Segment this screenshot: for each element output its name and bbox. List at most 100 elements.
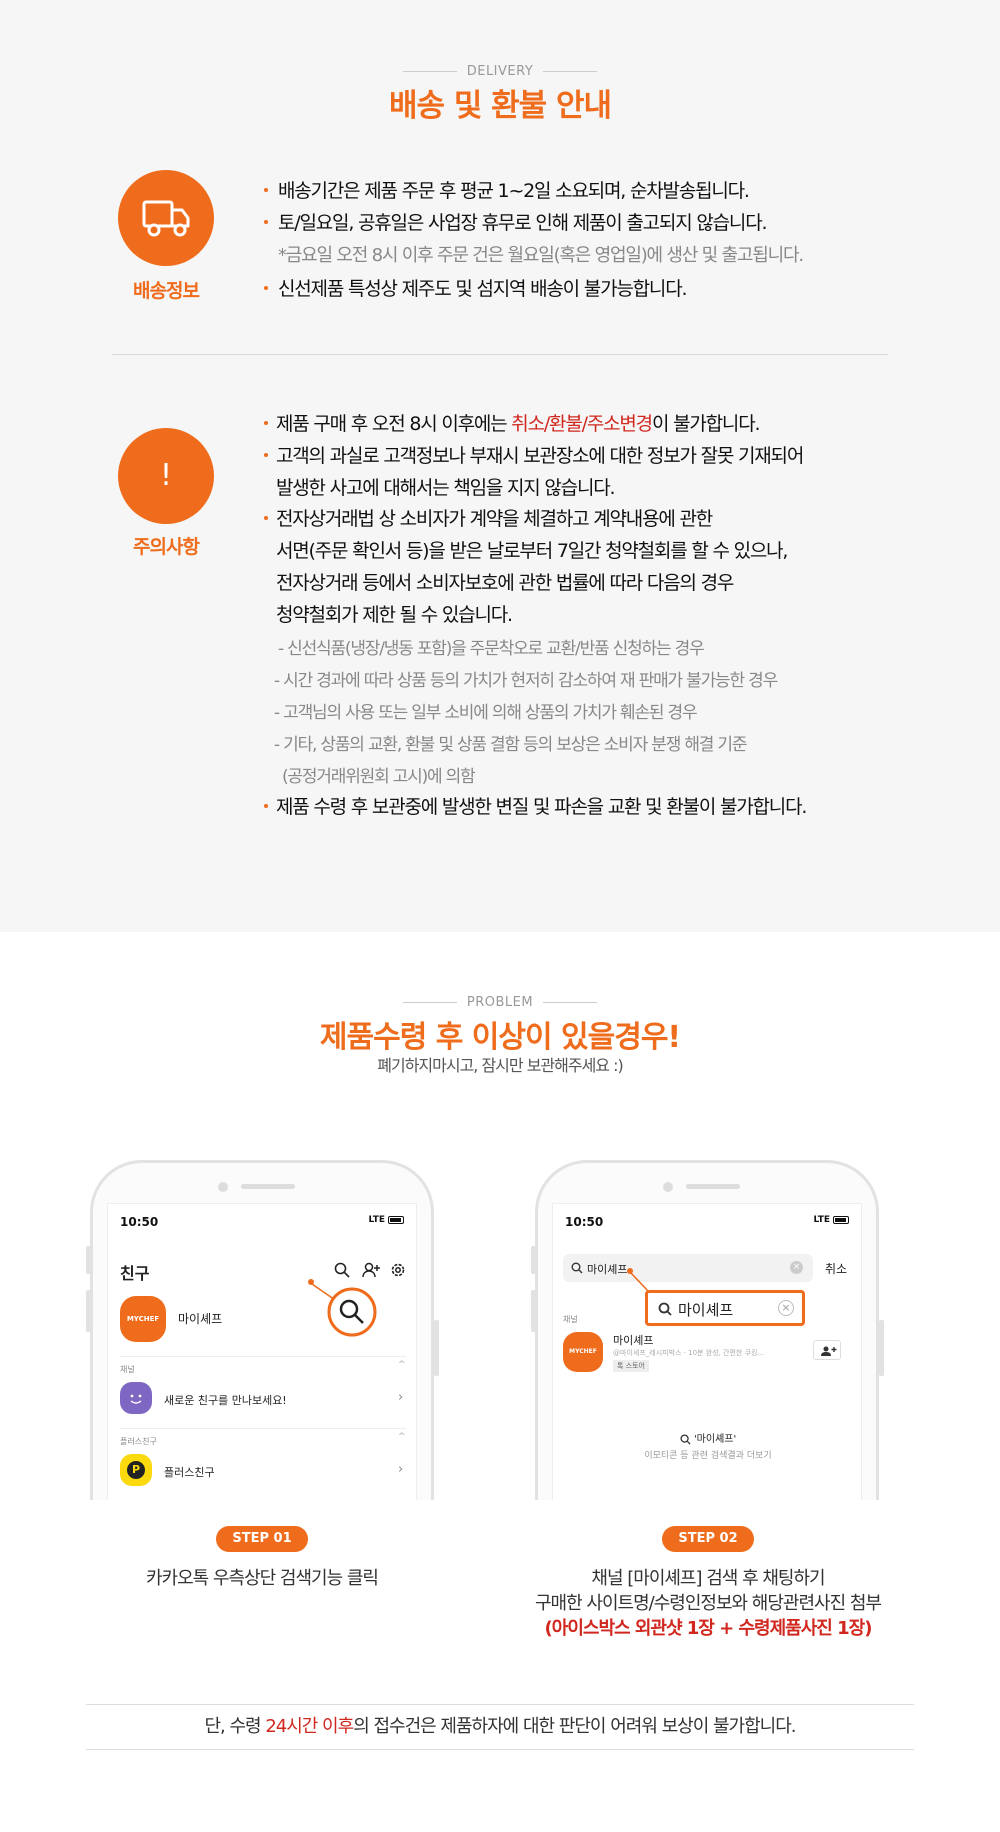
status-carrier: LTE bbox=[813, 1215, 830, 1225]
friends-header: 친구 bbox=[120, 1264, 150, 1283]
step-01-badge: STEP 01 bbox=[216, 1526, 308, 1552]
notice-text: 단, 수령 bbox=[204, 1716, 266, 1737]
bullet-dot bbox=[264, 188, 268, 192]
status-time: 10:50 bbox=[565, 1215, 604, 1229]
search-zoom-text: 마이셰프 bbox=[678, 1301, 734, 1319]
channel-item[interactable]: 새로운 친구를 만나보세요! bbox=[164, 1392, 287, 1408]
collapse-icon[interactable]: ^ bbox=[398, 1360, 406, 1370]
add-friend-icon bbox=[821, 1346, 837, 1356]
store-tag: 톡 스토어 bbox=[613, 1360, 649, 1372]
caution-text: 이 불가합니다. bbox=[651, 413, 761, 435]
bullet-dot bbox=[264, 516, 268, 520]
more-results-keyword: '마이셰프' bbox=[693, 1434, 737, 1445]
plus-badge: P bbox=[127, 1461, 145, 1479]
caution-line: 전자상거래법 상 소비자가 계약을 체결하고 계약내용에 관한 bbox=[276, 508, 713, 530]
caution-line: 고객의 과실로 고객정보나 부재시 보관장소에 대한 정보가 잘못 기재되어 bbox=[276, 445, 804, 467]
status-time: 10:50 bbox=[120, 1215, 159, 1229]
problem-subtitle: 폐기하지마시고, 잠시만 보관해주세요 :) bbox=[377, 1056, 624, 1075]
section-channel-label: 채널 bbox=[563, 1315, 578, 1324]
more-results-title[interactable]: '마이셰프' bbox=[553, 1430, 861, 1445]
search-input-value: 마이셰프 bbox=[587, 1263, 628, 1276]
caution-line: 제품 수령 후 보관중에 발생한 변질 및 파손을 교환 및 환불이 불가합니다… bbox=[276, 796, 807, 818]
step-02-line: 구매한 사이트명/수령인정보와 해당관련사진 첨부 bbox=[535, 1593, 882, 1614]
shipping-line: 배송기간은 제품 주문 후 평균 1~2일 소요되며, 순차발송됩니다. bbox=[278, 180, 750, 202]
shipping-info-label: 배송정보 bbox=[133, 280, 200, 302]
delivery-title: 배송 및 환불 안내 bbox=[388, 88, 612, 124]
phone-side-button bbox=[434, 1320, 439, 1376]
list-divider bbox=[120, 1356, 406, 1357]
plus-item[interactable]: 플러스친구 bbox=[164, 1464, 215, 1480]
cancel-button[interactable]: 취소 bbox=[825, 1260, 847, 1277]
battery-icon bbox=[388, 1215, 404, 1224]
clear-icon: × bbox=[778, 1300, 794, 1316]
section-channel-label: 채널 bbox=[120, 1365, 135, 1374]
plus-friend-icon: P bbox=[120, 1454, 152, 1486]
step-02-badge: STEP 02 bbox=[662, 1526, 754, 1552]
notice-highlight: 24시간 이후 bbox=[265, 1716, 354, 1737]
search-icon bbox=[571, 1262, 583, 1274]
status-signal: LTE bbox=[813, 1215, 849, 1225]
caution-highlight: 취소/환불/주소변경 bbox=[511, 413, 653, 435]
delivery-eyebrow: DELIVERY bbox=[0, 64, 1000, 79]
add-friend-button[interactable] bbox=[813, 1340, 841, 1360]
section-plus-label: 플러스친구 bbox=[120, 1437, 157, 1446]
caution-subline: - 신선식품(냉장/냉동 포함)을 주문착오로 교환/반품 신청하는 경우 bbox=[278, 639, 705, 659]
result-description: @마이셰프_레시피박스 · 10분 완성, 간편한 쿠킹... bbox=[613, 1349, 765, 1357]
caution-line: 제품 구매 후 오전 8시 이후에는 취소/환불/주소변경이 불가합니다. bbox=[276, 409, 761, 436]
notice-text: 의 접수건은 제품하자에 대한 판단이 어려워 보상이 불가합니다. bbox=[353, 1716, 796, 1737]
step-02-highlight: (아이스박스 외관샷 1장 + 수령제품사진 1장) bbox=[544, 1618, 873, 1639]
caution-label: 주의사항 bbox=[133, 536, 200, 558]
problem-eyebrow: PROBLEM bbox=[0, 995, 1000, 1010]
mychef-avatar: MYCHEF bbox=[120, 1296, 166, 1342]
caution-subline: - 시간 경과에 따라 상품 등의 가치가 현저히 감소하여 재 판매가 불가능… bbox=[274, 671, 778, 691]
status-signal: LTE bbox=[368, 1215, 404, 1225]
battery-icon bbox=[833, 1215, 849, 1224]
caution-line: 서면(주문 확인서 등)을 받은 날로부터 7일간 청약철회를 할 수 있으나, bbox=[276, 540, 788, 562]
list-divider bbox=[120, 1428, 406, 1429]
problem-title: 제품수령 후 이상이 있을경우! bbox=[319, 1020, 681, 1055]
result-name[interactable]: 마이셰프 bbox=[613, 1332, 653, 1348]
chevron-right-icon[interactable]: › bbox=[398, 1390, 403, 1405]
phone-camera bbox=[663, 1182, 673, 1192]
delivery-eyebrow-text: DELIVERY bbox=[466, 64, 534, 79]
problem-eyebrow-text: PROBLEM bbox=[466, 995, 534, 1010]
exclamation-glyph: ! bbox=[159, 458, 173, 493]
bullet-dot bbox=[264, 286, 268, 290]
exclamation-icon: ! bbox=[118, 428, 214, 524]
phone-mockup-2: 10:50 LTE 마이셰프 × 취소 마이셰프 × 채널 MYCHEF 마이셰… bbox=[535, 1160, 879, 1500]
profile-name[interactable]: 마이셰프 bbox=[178, 1310, 222, 1327]
search-input[interactable]: 마이셰프 × bbox=[563, 1254, 813, 1282]
shipping-line: 토/일요일, 공휴일은 사업장 휴무로 인해 제품이 출고되지 않습니다. bbox=[278, 212, 768, 234]
bullet-dot bbox=[264, 804, 268, 808]
phone-camera bbox=[218, 1182, 228, 1192]
caution-line: 전자상거래 등에서 소비자보호에 관한 법률에 따라 다음의 경우 bbox=[276, 572, 734, 594]
collapse-icon[interactable]: ^ bbox=[398, 1432, 406, 1442]
phone-side-button bbox=[879, 1320, 884, 1376]
smile-icon bbox=[120, 1382, 152, 1414]
mychef-avatar: MYCHEF bbox=[563, 1332, 603, 1372]
bullet-dot bbox=[264, 453, 268, 457]
caution-line: 청약철회가 제한 될 수 있습니다. bbox=[276, 604, 513, 626]
phone-speaker bbox=[241, 1184, 295, 1189]
caution-subline: (공정거래위원회 고시)에 의함 bbox=[282, 767, 476, 787]
search-callout bbox=[308, 1279, 377, 1337]
bullet-dot bbox=[264, 421, 268, 425]
step-02-line: 채널 [마이셰프] 검색 후 채팅하기 bbox=[591, 1568, 825, 1589]
delivery-section: DELIVERY 배송 및 환불 안내 배송정보 배송기간은 제품 주문 후 평… bbox=[0, 0, 1000, 932]
section-divider bbox=[112, 354, 888, 355]
phone-mockup-1: 10:50 LTE 친구 MYCHEF 마이셰프 채널 ^ 새로운 친구를 만나… bbox=[90, 1160, 434, 1500]
caution-line: 발생한 사고에 대해서는 책임을 지지 않습니다. bbox=[276, 477, 616, 499]
bullet-dot bbox=[264, 220, 268, 224]
caution-text: 제품 구매 후 오전 8시 이후에는 bbox=[276, 413, 512, 435]
search-icon bbox=[658, 1302, 672, 1316]
status-carrier: LTE bbox=[368, 1215, 385, 1225]
more-results-desc: 이모티콘 등 관련 검색결과 더보기 bbox=[644, 1451, 772, 1461]
notice-box: 단, 수령 24시간 이후의 접수건은 제품하자에 대한 판단이 어려워 보상이… bbox=[86, 1704, 914, 1750]
clear-icon[interactable]: × bbox=[790, 1261, 803, 1274]
step-02-description: 채널 [마이셰프] 검색 후 채팅하기 구매한 사이트명/수령인정보와 해당관련… bbox=[500, 1566, 916, 1641]
shipping-note: *금요일 오전 8시 이후 주문 건은 월요일(혹은 영업일)에 생산 및 출고… bbox=[278, 245, 804, 266]
shipping-line: 신선제품 특성상 제주도 및 섬지역 배송이 불가능합니다. bbox=[278, 278, 688, 300]
caution-subline: - 고객님의 사용 또는 일부 소비에 의해 상품의 가치가 훼손된 경우 bbox=[274, 703, 698, 723]
step-01-description: 카카오톡 우측상단 검색기능 클릭 bbox=[145, 1568, 379, 1589]
chevron-right-icon[interactable]: › bbox=[398, 1462, 403, 1477]
